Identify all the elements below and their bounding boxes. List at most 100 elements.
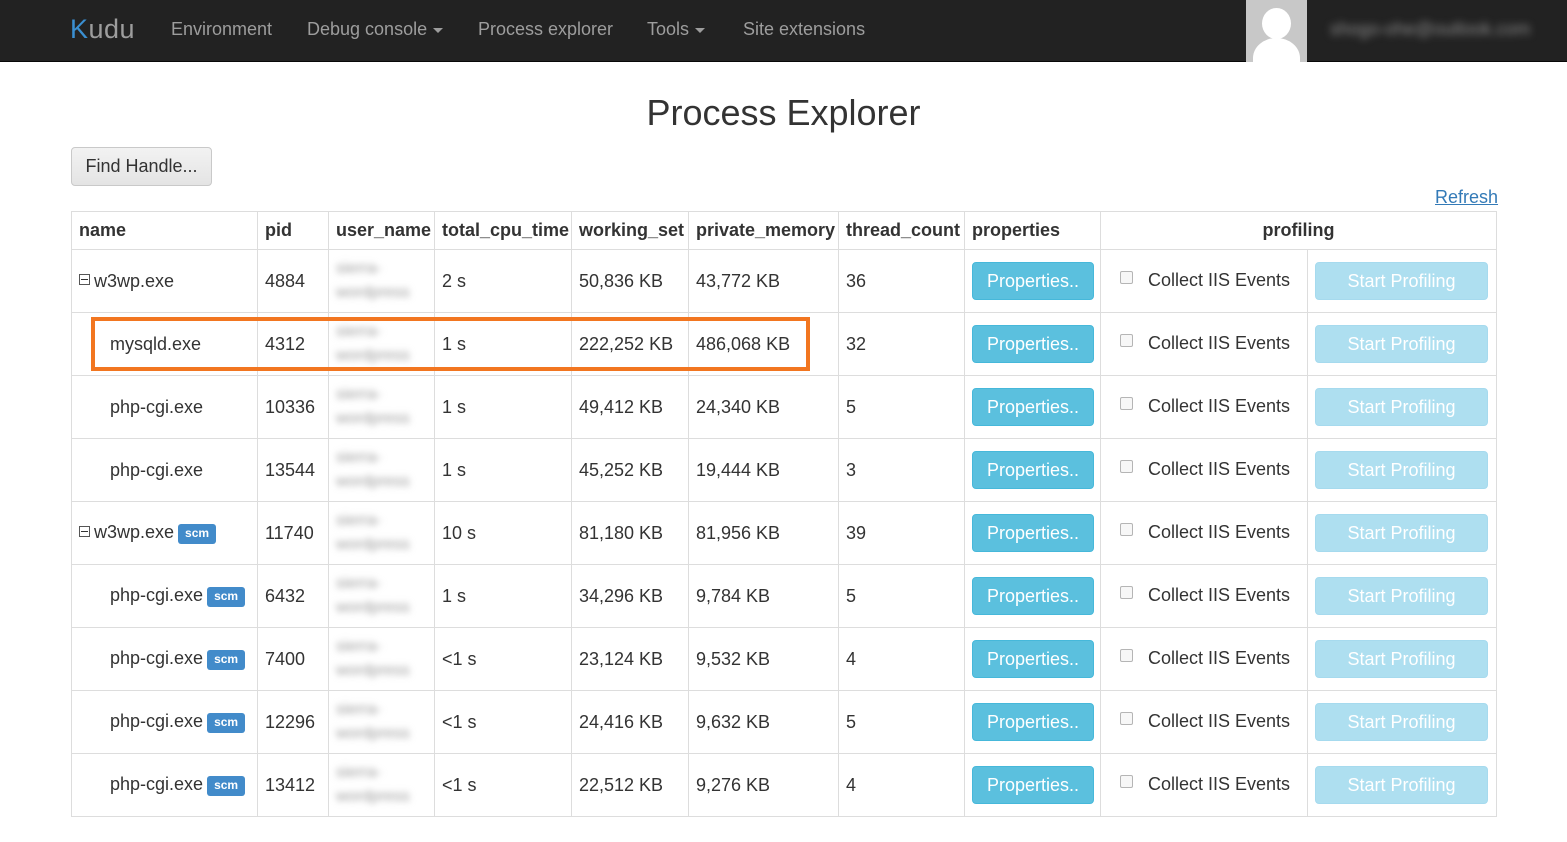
pid-cell: 12296 — [257, 690, 329, 754]
collapse-icon[interactable] — [79, 526, 90, 538]
col-header-total-cpu-time: total_cpu_time — [434, 211, 572, 250]
iis-events-cell: Collect IIS Events — [1100, 249, 1308, 313]
user-name-line: sierra- — [336, 449, 382, 466]
iis-events-cell: Collect IIS Events — [1100, 690, 1308, 754]
iis-events-cell: Collect IIS Events — [1100, 312, 1308, 376]
kudu-logo[interactable]: Kudu — [70, 14, 135, 45]
collect-iis-events-checkbox[interactable] — [1120, 397, 1133, 410]
collect-iis-events-checkbox[interactable] — [1120, 271, 1133, 284]
pid-cell: 4312 — [257, 312, 329, 376]
user-name-line: sierra- — [336, 638, 382, 655]
user-email[interactable]: shogo-ohe@outlook.com — [1330, 19, 1530, 40]
start-profiling-cell: Start Profiling — [1306, 690, 1498, 754]
properties-button[interactable]: Properties.. — [972, 640, 1094, 678]
properties-cell: Properties.. — [964, 627, 1101, 691]
properties-button[interactable]: Properties.. — [972, 703, 1094, 741]
collect-iis-events-checkbox[interactable] — [1120, 523, 1133, 536]
caret-down-icon — [433, 27, 444, 33]
properties-button[interactable]: Properties.. — [972, 451, 1094, 489]
user-name-cell: sierra-wordpress — [328, 564, 435, 628]
working-set-cell: 49,412 KB — [571, 375, 689, 439]
collect-iis-events-checkbox[interactable] — [1120, 775, 1133, 788]
collect-iis-events-checkbox[interactable] — [1120, 334, 1133, 347]
scm-badge: scm — [207, 775, 246, 796]
start-profiling-cell: Start Profiling — [1306, 375, 1498, 439]
user-avatar[interactable] — [1246, 0, 1307, 62]
process-name-cell: w3wp.exe scm — [71, 501, 258, 565]
collect-iis-events-checkbox[interactable] — [1120, 586, 1133, 599]
user-name-line: wordpress — [336, 725, 410, 742]
process-name-cell: php-cgi.exe — [71, 438, 258, 502]
start-profiling-button[interactable]: Start Profiling — [1315, 325, 1488, 363]
start-profiling-cell: Start Profiling — [1306, 753, 1498, 817]
user-name-line: sierra- — [336, 764, 382, 781]
cpu-time-cell: 1 s — [434, 312, 572, 376]
scm-badge: scm — [207, 712, 246, 733]
user-name-line: sierra- — [336, 386, 382, 403]
nav-tools[interactable]: Tools — [647, 19, 706, 40]
col-header-pid: pid — [257, 211, 329, 250]
process-name: w3wp.exe — [94, 270, 175, 291]
process-name-cell: php-cgi.exe — [71, 375, 258, 439]
collect-iis-events-checkbox[interactable] — [1120, 649, 1133, 662]
process-name: php-cgi.exe — [110, 585, 204, 606]
collect-iis-events-label: Collect IIS Events — [1148, 585, 1291, 605]
start-profiling-button[interactable]: Start Profiling — [1315, 640, 1488, 678]
cpu-time-cell: 1 s — [434, 438, 572, 502]
col-header-thread-count: thread_count — [838, 211, 965, 250]
user-name-line: sierra- — [336, 575, 382, 592]
start-profiling-button[interactable]: Start Profiling — [1315, 577, 1488, 615]
table-row: php-cgi.exe scm 7400 sierra-wordpress <1 s 23… — [71, 627, 1498, 691]
start-profiling-button[interactable]: Start Profiling — [1315, 388, 1488, 426]
thread-count-cell: 4 — [838, 627, 965, 691]
scm-badge: scm — [178, 523, 217, 544]
properties-button[interactable]: Properties.. — [972, 514, 1094, 552]
table-header-row: name pid user_name total_cpu_time workin… — [71, 211, 1498, 250]
process-name-cell: php-cgi.exe scm — [71, 753, 258, 817]
collapse-icon[interactable] — [79, 274, 90, 286]
private-memory-cell: 24,340 KB — [688, 375, 839, 439]
user-name-line: wordpress — [336, 788, 410, 805]
start-profiling-button[interactable]: Start Profiling — [1315, 451, 1488, 489]
collect-iis-events-checkbox[interactable] — [1120, 712, 1133, 725]
scm-badge: scm — [207, 649, 246, 670]
collect-iis-events-label: Collect IIS Events — [1148, 459, 1291, 479]
working-set-cell: 24,416 KB — [571, 690, 689, 754]
properties-button[interactable]: Properties.. — [972, 766, 1094, 804]
user-name-cell: sierra-wordpress — [328, 753, 435, 817]
start-profiling-cell: Start Profiling — [1306, 438, 1498, 502]
nav-site-extensions[interactable]: Site extensions — [743, 19, 865, 40]
process-table: name pid user_name total_cpu_time workin… — [71, 211, 1498, 817]
start-profiling-button[interactable]: Start Profiling — [1315, 703, 1488, 741]
start-profiling-button[interactable]: Start Profiling — [1315, 766, 1488, 804]
start-profiling-button[interactable]: Start Profiling — [1315, 262, 1488, 300]
table-row: php-cgi.exe scm 12296 sierra-wordpress <1 s2… — [71, 690, 1498, 754]
properties-button[interactable]: Properties.. — [972, 577, 1094, 615]
nav-debug-console[interactable]: Debug console — [307, 19, 444, 40]
nav-process-explorer[interactable]: Process explorer — [478, 19, 613, 40]
refresh-link[interactable]: Refresh — [1435, 187, 1498, 208]
thread-count-cell: 5 — [838, 375, 965, 439]
find-handle-button[interactable]: Find Handle... — [71, 147, 212, 186]
thread-count-cell: 36 — [838, 249, 965, 313]
properties-button[interactable]: Properties.. — [972, 262, 1094, 300]
process-name-cell: php-cgi.exe scm — [71, 627, 258, 691]
user-name-cell: sierra-wordpress — [328, 249, 435, 313]
user-name-line: wordpress — [336, 536, 410, 553]
working-set-cell: 45,252 KB — [571, 438, 689, 502]
col-header-working-set: working_set — [571, 211, 689, 250]
working-set-cell: 222,252 KB — [571, 312, 689, 376]
nav-environment[interactable]: Environment — [171, 19, 272, 40]
user-name-cell: sierra-wordpress — [328, 501, 435, 565]
properties-cell: Properties.. — [964, 438, 1101, 502]
process-name: w3wp.exe — [94, 522, 175, 543]
collect-iis-events-label: Collect IIS Events — [1148, 648, 1291, 668]
private-memory-cell: 19,444 KB — [688, 438, 839, 502]
collect-iis-events-checkbox[interactable] — [1120, 460, 1133, 473]
start-profiling-button[interactable]: Start Profiling — [1315, 514, 1488, 552]
start-profiling-cell: Start Profiling — [1306, 249, 1498, 313]
properties-button[interactable]: Properties.. — [972, 325, 1094, 363]
cpu-time-cell: 1 s — [434, 564, 572, 628]
properties-button[interactable]: Properties.. — [972, 388, 1094, 426]
cpu-time-cell: 2 s — [434, 249, 572, 313]
